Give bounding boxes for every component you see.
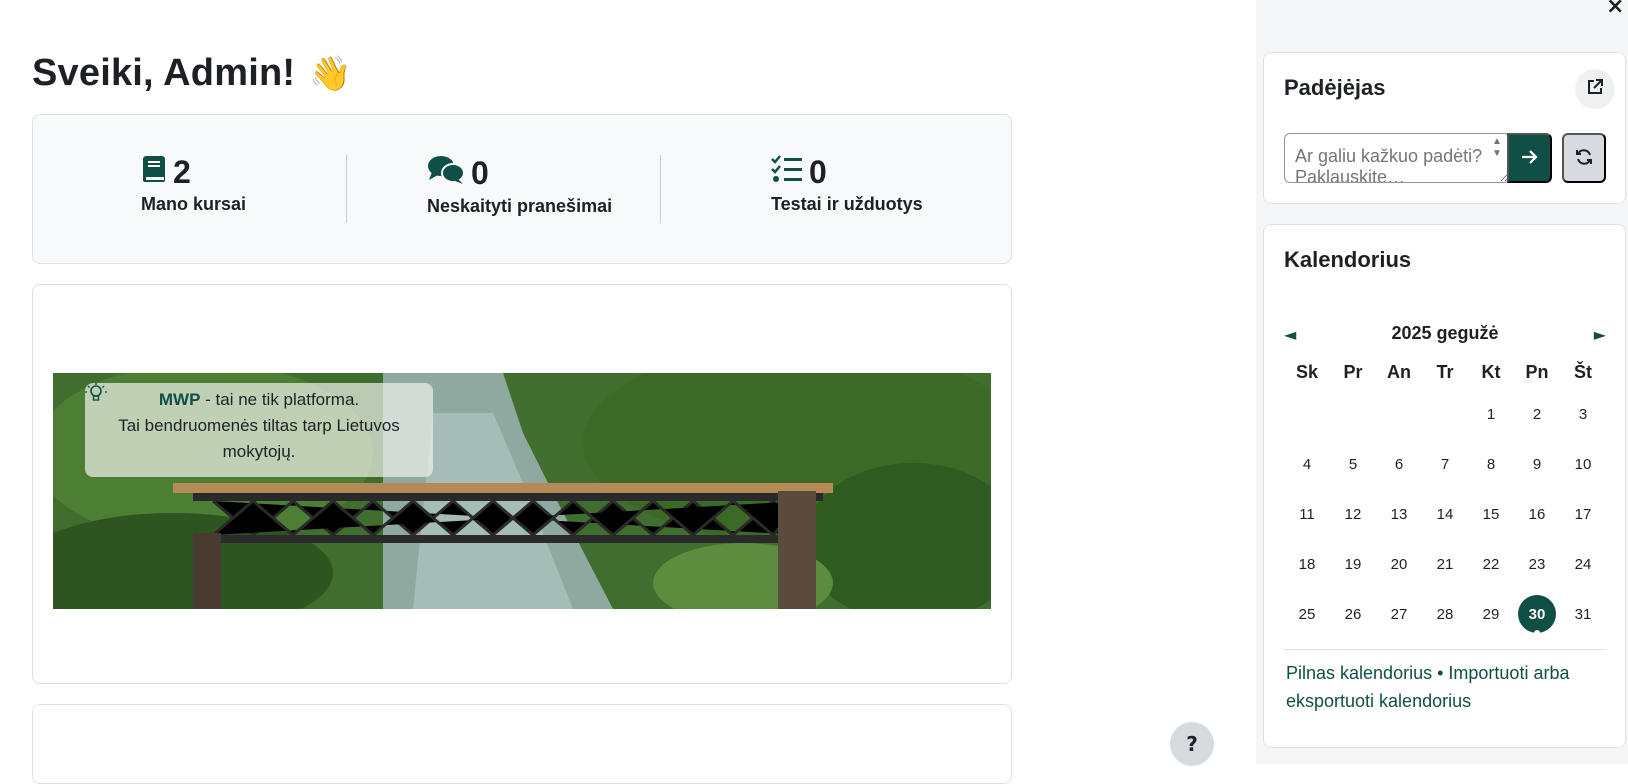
calendar-day[interactable]: 18	[1284, 556, 1330, 573]
calendar-day[interactable]: 16	[1514, 506, 1560, 523]
calendar-block: Kalendorius ◄ 2025 gegužė ► Sk Pr An Tr …	[1263, 224, 1626, 748]
calendar-day[interactable]: 22	[1468, 556, 1514, 573]
calendar-day[interactable]: 6	[1376, 456, 1422, 473]
weekday-label: Pr	[1343, 361, 1363, 382]
calendar-day[interactable]: 24	[1560, 556, 1606, 573]
calendar-day[interactable]: 25	[1284, 606, 1330, 623]
calendar-day[interactable]: 4	[1284, 456, 1330, 473]
stat-value: 0	[809, 153, 827, 190]
calendar-navigation: ◄ 2025 gegužė ►	[1284, 323, 1606, 347]
help-button[interactable]: ?	[1170, 722, 1214, 766]
calendar-day[interactable]: 23	[1514, 556, 1560, 573]
today-marker: 30	[1518, 595, 1556, 636]
calendar-day[interactable]: 5	[1330, 456, 1376, 473]
refresh-button[interactable]	[1562, 133, 1606, 183]
calendar-day[interactable]: 3	[1560, 406, 1606, 423]
greeting-text: Sveiki, Admin!	[32, 52, 296, 94]
divider	[346, 155, 347, 223]
main-region: Sveiki, Admin! 👋 2 Mano kursai 0 Neskait…	[0, 0, 1256, 784]
calendar-day[interactable]: 2	[1514, 406, 1560, 423]
weekday-label: Kt	[1481, 361, 1501, 382]
external-link-icon	[1586, 78, 1604, 101]
tagline-line-1: MWP - tai ne tik platforma.	[85, 383, 433, 413]
textarea-resize-arrows[interactable]: ▲ ▼	[1490, 136, 1504, 176]
bridge-banner-image: MWP - tai ne tik platforma. Tai bendruom…	[53, 373, 991, 609]
calendar-day[interactable]: 29	[1468, 606, 1514, 623]
calendar-week-row: 4 5 6 7 8 9 10	[1284, 439, 1606, 489]
calendar-footer-links: Pilnas kalendorius • Importuoti arba eks…	[1286, 659, 1606, 715]
assistant-prompt-input[interactable]	[1284, 133, 1510, 183]
calendar-day[interactable]: 7	[1422, 456, 1468, 473]
full-calendar-link[interactable]: Pilnas kalendorius	[1286, 663, 1432, 683]
calendar-day[interactable]: 14	[1422, 506, 1468, 523]
open-external-button[interactable]	[1575, 69, 1615, 109]
weekday-label: Pn	[1525, 361, 1549, 382]
arrow-right-icon	[1521, 149, 1539, 168]
calendar-day[interactable]: 12	[1330, 506, 1376, 523]
stats-card: 2 Mano kursai 0 Neskaityti pranešimai 0 …	[32, 114, 1012, 264]
calendar-day-today[interactable]: 30	[1514, 595, 1560, 636]
calendar-day[interactable]: 10	[1560, 456, 1606, 473]
tagline-text: - tai ne tik platforma.	[200, 390, 360, 409]
stat-my-courses[interactable]: 2 Mano kursai	[141, 155, 246, 215]
banner-card: MWP - tai ne tik platforma. Tai bendruom…	[32, 284, 1012, 684]
calendar-day[interactable]: 19	[1330, 556, 1376, 573]
stat-label: Testai ir užduotys	[771, 194, 923, 214]
tagline-line-3: mokytojų.	[222, 442, 296, 461]
calendar-day[interactable]: 26	[1330, 606, 1376, 623]
weekday-label: Tr	[1436, 361, 1454, 382]
refresh-icon	[1575, 148, 1593, 169]
assistant-title: Padėjėjas	[1284, 75, 1386, 100]
calendar-title: Kalendorius	[1284, 247, 1412, 272]
brand-name: MWP	[158, 390, 201, 409]
assistant-block: Padėjėjas ▲▼	[1263, 52, 1626, 204]
calendar-day[interactable]: 11	[1284, 506, 1330, 523]
link-separator: •	[1432, 663, 1449, 683]
book-icon	[141, 155, 167, 188]
calendar-day[interactable]: 13	[1376, 506, 1422, 523]
calendar-day[interactable]: 8	[1468, 456, 1514, 473]
weekday-label: Št	[1574, 361, 1592, 382]
banner-tagline: MWP - tai ne tik platforma. Tai bendruom…	[85, 383, 433, 477]
stat-label: Mano kursai	[141, 194, 247, 214]
calendar-week-row: 1 2 3	[1284, 389, 1606, 439]
close-drawer-button[interactable]: ×	[1606, 0, 1624, 19]
stat-tests-assignments[interactable]: 0 Testai ir užduotys	[771, 155, 923, 215]
next-month-button[interactable]: ►	[1594, 325, 1606, 344]
calendar-week-row: 18 19 20 21 22 23 24	[1284, 539, 1606, 589]
calendar-day[interactable]: 15	[1468, 506, 1514, 523]
chat-bubbles-icon	[427, 155, 465, 190]
calendar-day[interactable]: 20	[1376, 556, 1422, 573]
calendar-day[interactable]: 28	[1422, 606, 1468, 623]
calendar-day[interactable]: 27	[1376, 606, 1422, 623]
calendar-day[interactable]: 17	[1560, 506, 1606, 523]
calendar-day[interactable]: 9	[1514, 456, 1560, 473]
checklist-icon	[771, 155, 803, 188]
weekday-label: An	[1387, 361, 1411, 382]
weekday-label: Sk	[1295, 361, 1319, 382]
content-card	[32, 704, 1012, 784]
calendar-day[interactable]: 31	[1560, 606, 1606, 623]
calendar-day[interactable]: 1	[1468, 406, 1514, 423]
tagline-line-2: Tai bendruomenės tiltas tarp Lietuvos	[118, 416, 400, 435]
page-title: Sveiki, Admin! 👋	[32, 52, 352, 95]
waving-hand-icon: 👋	[309, 54, 352, 93]
stat-label: Neskaityti pranešimai	[427, 196, 613, 216]
calendar-week-row: 11 12 13 14 15 16 17	[1284, 489, 1606, 539]
calendar-grid: Sk Pr An Tr Kt Pn Št 1 2 3 4 5 6 7 8 9 1…	[1284, 355, 1606, 639]
send-button[interactable]	[1507, 133, 1552, 183]
calendar-month-label: 2025 gegužė	[1391, 323, 1499, 343]
stat-value: 0	[471, 154, 489, 191]
calendar-week-row: 25 26 27 28 29 30 31	[1284, 589, 1606, 639]
stat-value: 2	[173, 153, 191, 190]
divider	[660, 155, 661, 223]
weekday-header-row: Sk Pr An Tr Kt Pn Št	[1284, 355, 1606, 389]
stat-unread-messages[interactable]: 0 Neskaityti pranešimai	[427, 155, 612, 217]
calendar-day[interactable]: 21	[1422, 556, 1468, 573]
divider	[1284, 649, 1606, 650]
